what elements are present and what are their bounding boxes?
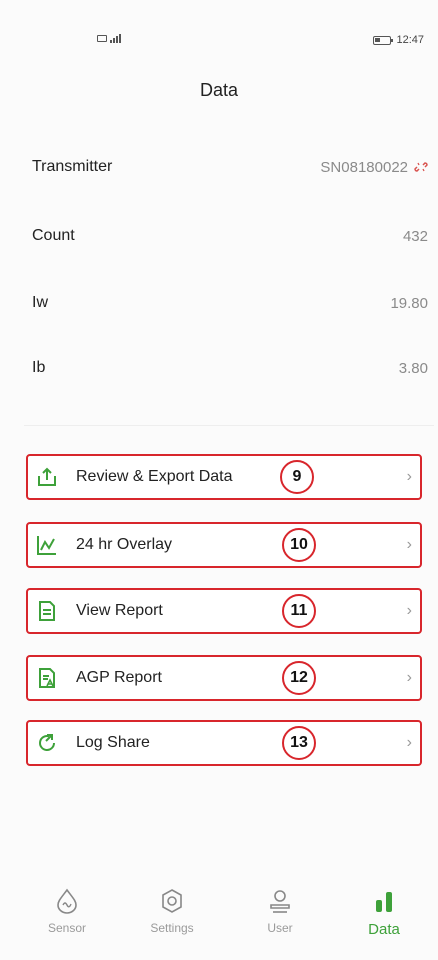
bottom-nav: Sensor Settings User Data — [0, 885, 438, 955]
nav-label-settings: Settings — [150, 921, 194, 935]
annotation-badge-9: 9 — [280, 460, 314, 494]
status-bar: 12:47 — [0, 34, 438, 54]
transmitter-label: Transmitter — [32, 158, 113, 175]
page-title: Data — [199, 80, 239, 100]
chevron-right-icon: › — [406, 669, 412, 686]
user-icon — [240, 885, 320, 917]
share-icon — [36, 732, 58, 754]
annotation-badge-12: 12 — [282, 661, 316, 695]
nav-data[interactable]: Data — [344, 885, 424, 938]
nav-settings[interactable]: Settings — [132, 885, 212, 935]
menu-label-view-report: View Report — [76, 602, 163, 619]
nav-label-sensor: Sensor — [47, 921, 87, 935]
menu-agp-report[interactable]: AGP Report 12 › — [26, 655, 422, 701]
overlay-chart-icon — [36, 534, 58, 556]
nav-user[interactable]: User — [240, 885, 320, 935]
count-label: Count — [32, 227, 75, 244]
battery-icon — [373, 35, 394, 45]
status-right: 12:47 — [373, 34, 424, 46]
ib-label: Ib — [32, 359, 46, 376]
menu-24hr-overlay[interactable]: 24 hr Overlay 10 › — [26, 522, 422, 568]
menu-view-report[interactable]: View Report 11 › — [26, 588, 422, 634]
info-row-iw: Iw 19.80 — [32, 290, 428, 316]
count-value: 432 — [402, 227, 428, 245]
chevron-right-icon: › — [406, 602, 412, 619]
transmitter-value: SN08180022 — [320, 158, 408, 176]
app-screen: 12:47 Data Transmitter SN08180022 Count … — [0, 0, 438, 960]
nav-label-user: User — [267, 921, 293, 935]
nav-label-data: Data — [368, 921, 400, 938]
menu-label-agp-report: AGP Report — [76, 669, 162, 686]
info-row-count: Count 432 — [32, 223, 428, 249]
signal-icon — [110, 34, 121, 43]
menu-review-export[interactable]: Review & Export Data 9 › — [26, 454, 422, 500]
info-row-transmitter: Transmitter SN08180022 — [32, 154, 428, 180]
nav-sensor[interactable]: Sensor — [27, 885, 107, 935]
section-divider — [24, 425, 434, 426]
transmitter-value-group[interactable]: SN08180022 — [320, 159, 428, 176]
annotation-badge-13: 13 — [282, 726, 316, 760]
menu-label-24hr-overlay: 24 hr Overlay — [76, 536, 173, 553]
info-row-ib: Ib 3.80 — [32, 355, 428, 381]
annotation-badge-11: 11 — [282, 594, 316, 628]
upload-icon — [36, 466, 58, 488]
status-left — [97, 34, 121, 43]
chevron-right-icon: › — [406, 468, 412, 485]
sensor-icon — [27, 885, 107, 917]
chevron-right-icon: › — [406, 536, 412, 553]
unlink-icon[interactable] — [414, 160, 428, 174]
menu-label-log-share: Log Share — [76, 734, 150, 751]
data-icon — [344, 885, 424, 917]
menu-log-share[interactable]: Log Share 13 › — [26, 720, 422, 766]
menu-label-review-export: Review & Export Data — [76, 468, 233, 485]
agp-report-icon — [36, 667, 58, 689]
annotation-badge-10: 10 — [282, 528, 316, 562]
report-icon — [36, 600, 58, 622]
settings-icon — [132, 885, 212, 917]
iw-label: Iw — [32, 294, 48, 311]
chevron-right-icon: › — [406, 734, 412, 751]
iw-value: 19.80 — [390, 294, 428, 312]
sim-icon — [97, 35, 107, 42]
ib-value: 3.80 — [398, 359, 428, 377]
status-time: 12:47 — [396, 34, 424, 46]
